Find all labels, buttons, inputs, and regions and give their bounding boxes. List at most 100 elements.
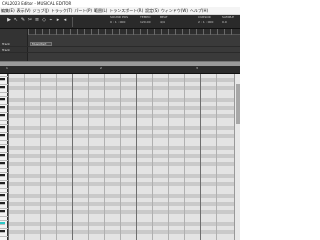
toolbar-field-value[interactable]: 0.0: [222, 21, 227, 24]
bar-line: [72, 74, 73, 240]
music-part-clip[interactable]: MusicPart: [30, 42, 52, 46]
beat-line: [152, 74, 153, 240]
piano-key[interactable]: [0, 210, 5, 213]
toolbar-field-value[interactable]: 2 : 1 : 000: [198, 21, 213, 24]
menu-item[interactable]: 表示(V): [17, 7, 31, 14]
track-ruler[interactable]: [28, 29, 240, 35]
menu-item[interactable]: ヘルプ(H): [190, 7, 208, 14]
bar-number: 3: [196, 66, 198, 70]
piano-key[interactable]: [0, 154, 5, 157]
menu-item[interactable]: 編集(E): [1, 7, 15, 14]
ruler-tick: [42, 29, 43, 35]
toolbar-field-label: SOUND POS: [110, 15, 129, 19]
tool-icon[interactable]: ✎: [20, 17, 26, 23]
piano-key[interactable]: [0, 206, 8, 209]
piano-key[interactable]: [0, 110, 8, 113]
piano-key[interactable]: [0, 214, 8, 217]
piano-key[interactable]: [0, 118, 8, 121]
ruler-tick: [112, 29, 113, 35]
tool-icon[interactable]: ≡: [34, 17, 40, 23]
piano-key[interactable]: [0, 162, 5, 165]
piano-key[interactable]: [0, 218, 8, 221]
track-row[interactable]: Track MusicPart: [0, 42, 240, 47]
menu-item[interactable]: トランスポート(R): [109, 7, 143, 14]
note-grid[interactable]: [8, 74, 234, 240]
toolbar-field-label: CURSOR: [198, 15, 211, 19]
menu-item[interactable]: ジョブ(J): [33, 7, 49, 14]
piano-key[interactable]: [0, 114, 5, 117]
piano-key[interactable]: [0, 182, 5, 185]
piano-key[interactable]: [0, 222, 5, 225]
piano-key[interactable]: [0, 126, 5, 129]
bar-line: [8, 74, 9, 240]
toolbar-field-value[interactable]: 0 : 1 : 000: [110, 21, 125, 24]
piano-key[interactable]: [0, 106, 5, 109]
ruler-tick: [98, 29, 99, 35]
ruler-tick: [49, 29, 50, 35]
piano-key[interactable]: [0, 138, 8, 141]
piano-key[interactable]: [0, 158, 8, 161]
bar-line: [136, 74, 137, 240]
tool-icon[interactable]: ↖: [13, 17, 19, 23]
ruler-tick: [140, 29, 141, 35]
piano-key[interactable]: [0, 226, 8, 229]
piano-key[interactable]: [0, 90, 8, 93]
piano-key[interactable]: [0, 230, 5, 233]
piano-key[interactable]: [0, 134, 5, 137]
bar-number: 2: [100, 66, 102, 70]
piano-key[interactable]: [0, 86, 5, 89]
scrollbar-thumb[interactable]: [236, 84, 240, 124]
tool-icon[interactable]: ◂: [62, 17, 68, 23]
ruler-tick: [189, 29, 190, 35]
ruler-tick: [70, 29, 71, 35]
track-row[interactable]: Track: [0, 48, 240, 53]
ruler-tick: [77, 29, 78, 35]
piano-key[interactable]: [0, 122, 8, 125]
piano-key[interactable]: [0, 186, 8, 189]
piano-key[interactable]: [0, 198, 8, 201]
tool-icon[interactable]: ▸: [55, 17, 61, 23]
piano-key[interactable]: [0, 166, 8, 169]
menu-item[interactable]: ウィンドウ(W): [161, 7, 188, 14]
piano-key[interactable]: [0, 130, 8, 133]
track-name: Track: [2, 48, 10, 52]
piano-key[interactable]: [0, 194, 5, 197]
vertical-scrollbar[interactable]: [234, 74, 240, 240]
piano-key[interactable]: [0, 170, 8, 173]
toolbar-field-value[interactable]: 120.00: [140, 21, 151, 24]
menu-item[interactable]: パート(P): [74, 7, 92, 14]
piano-key[interactable]: [0, 82, 8, 85]
clip-label: MusicPart: [32, 42, 47, 46]
piano-key[interactable]: [0, 102, 8, 105]
piano-key[interactable]: [0, 78, 5, 81]
toolbar-field-value[interactable]: 4/4: [160, 21, 165, 24]
ruler-tick: [182, 29, 183, 35]
ruler-tick: [203, 29, 204, 35]
ruler-tick: [196, 29, 197, 35]
piano-key[interactable]: [0, 142, 8, 145]
menu-item[interactable]: 設定(S): [145, 7, 159, 14]
ruler-tick: [84, 29, 85, 35]
ruler-tick: [217, 29, 218, 35]
editor-ruler[interactable]: 1 2 3: [0, 66, 240, 74]
tool-icon[interactable]: ▶: [6, 17, 12, 23]
piano-key[interactable]: [0, 234, 8, 237]
tool-icon[interactable]: ◇: [41, 17, 47, 23]
beat-line: [40, 74, 41, 240]
piano-key[interactable]: [0, 178, 8, 181]
piano-key[interactable]: [0, 94, 8, 97]
piano-key[interactable]: [0, 150, 8, 153]
bar-line: [200, 74, 201, 240]
piano-key[interactable]: [0, 202, 5, 205]
piano-key[interactable]: [0, 74, 8, 77]
piano-key[interactable]: [0, 98, 5, 101]
piano-keyboard[interactable]: [0, 74, 8, 240]
toolbar: ▶ ↖ ✎ ✂ ≡ ◇ ⌁ ▸ ◂ SOUND POS 0 : 1 : 000 TEMPO 120.00…: [0, 15, 240, 29]
menu-item[interactable]: トラック(T): [51, 7, 73, 14]
tool-icon[interactable]: ⌁: [48, 17, 54, 23]
piano-key[interactable]: [0, 190, 8, 193]
piano-key[interactable]: [0, 146, 5, 149]
menu-item[interactable]: 範囲(L): [94, 7, 107, 14]
piano-key[interactable]: [0, 174, 5, 177]
tool-icon[interactable]: ✂: [27, 17, 33, 23]
